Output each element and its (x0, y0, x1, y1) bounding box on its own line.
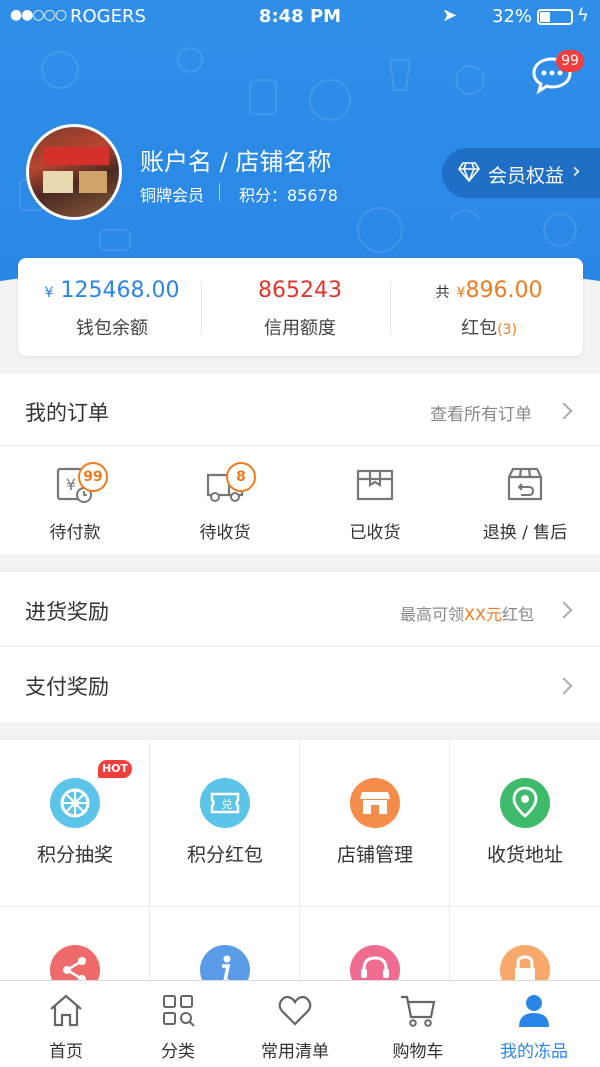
chevron-right-icon (555, 601, 573, 619)
red-packet-prefix: 共 (435, 285, 450, 301)
tab-label: 常用清单 (261, 1042, 329, 1062)
chevron-right-icon: › (572, 159, 581, 184)
customer-service-icon (350, 945, 400, 980)
category-icon (163, 995, 195, 1027)
wallet-balance-label: 钱包余额 (76, 318, 148, 339)
svg-text:兑: 兑 (222, 797, 233, 811)
divider (201, 282, 202, 334)
lock-icon (500, 945, 550, 980)
red-packet[interactable]: 共 ¥896.00 红包(3) (395, 258, 583, 356)
grid-info[interactable] (150, 907, 300, 980)
account-name[interactable]: 账户名 / 店铺名称 (140, 142, 331, 177)
purchase-reward-row[interactable]: 进货奖励 最高可领XX元红包 (0, 572, 600, 646)
tab-label: 购物车 (392, 1042, 444, 1062)
grid-label: 收货地址 (486, 844, 563, 866)
order-received[interactable]: 已收货 (300, 455, 450, 550)
status-bar: ●●○○○ ROGERS 8:48 PM ➤ 32% ϟ (0, 0, 600, 34)
cart-icon (401, 995, 436, 1027)
wallet-balance[interactable]: ¥ 125468.00 钱包余额 (18, 258, 206, 356)
message-count-badge: 99 (556, 50, 584, 72)
purchase-reward-hint: 最高可领XX元红包 (400, 601, 534, 625)
diamond-icon (458, 162, 480, 182)
info-icon (200, 945, 250, 980)
svg-text:¥: ¥ (66, 475, 76, 494)
battery-icon (537, 9, 573, 25)
user-icon (519, 995, 549, 1027)
grid-store-management[interactable]: 店铺管理 (300, 740, 450, 906)
tab-label: 首页 (49, 1042, 83, 1062)
grid-shipping-address[interactable]: 收货地址 (450, 740, 600, 906)
grid-label: 积分抽奖 (36, 844, 113, 866)
orders-title: 我的订单 (25, 401, 109, 425)
feature-grid: 积分抽奖 兑 积分红包 店铺管理 收货地址 (0, 740, 600, 980)
tab-my-frozen[interactable]: 我的冻品 (474, 981, 594, 1067)
wallet-card: ¥ 125468.00 钱包余额 865243 信用额度 共 ¥896.00 红… (18, 258, 583, 356)
hint-prefix: 最高可领 (400, 605, 465, 624)
red-packet-label: 红包 (461, 318, 498, 339)
divider (299, 740, 300, 980)
member-benefits-button[interactable]: 会员权益 › (442, 148, 600, 198)
divider (0, 906, 600, 907)
order-label: 已收货 (349, 523, 401, 543)
order-pending-delivery[interactable]: 待收货 (150, 455, 300, 550)
payment-reward-title: 支付奖励 (25, 675, 109, 699)
hint-highlight: XX元 (464, 605, 502, 624)
member-benefits-label: 会员权益 (488, 165, 565, 187)
payment-reward-row[interactable]: 支付奖励 (0, 647, 600, 722)
grid-label: 积分红包 (186, 844, 263, 866)
charging-icon: ϟ (577, 5, 589, 26)
tab-label: 我的冻品 (500, 1042, 568, 1062)
credit-limit-value: 865243 (258, 278, 342, 303)
coupon-icon: 兑 (200, 778, 250, 828)
order-label: 待付款 (49, 523, 101, 543)
grid-share[interactable] (0, 907, 150, 980)
avatar[interactable] (26, 124, 122, 220)
lottery-wheel-icon (50, 778, 100, 828)
purchase-reward-title: 进货奖励 (25, 600, 109, 624)
divider (390, 282, 391, 334)
order-pending-payment[interactable]: ¥ 待付款 (0, 455, 150, 550)
share-icon (50, 945, 100, 980)
order-label: 待收货 (199, 523, 251, 543)
hot-badge: HOT (98, 760, 132, 778)
chevron-right-icon (555, 677, 573, 695)
wallet-balance-value: 125468.00 (60, 278, 180, 303)
member-divider (219, 183, 220, 201)
points-value: 积分：85678 (239, 186, 338, 205)
view-all-orders-link[interactable]: 查看所有订单 (430, 400, 532, 425)
order-label: 退换 / 售后 (482, 523, 568, 543)
pending-delivery-badge: 8 (226, 462, 256, 492)
tab-bar: 首页 分类 常用清单 购物车 我的冻品 (0, 980, 600, 1067)
member-level: 铜牌会员 (140, 186, 205, 205)
divider (0, 445, 600, 446)
credit-limit[interactable]: 865243 信用额度 (206, 258, 394, 356)
order-after-sales[interactable]: 退换 / 售后 (450, 455, 600, 550)
divider (149, 740, 150, 980)
store-icon (350, 778, 400, 828)
currency-symbol: ¥ (44, 285, 54, 301)
home-icon (50, 994, 82, 1027)
grid-customer-service[interactable] (300, 907, 450, 980)
credit-limit-label: 信用额度 (264, 318, 336, 339)
tab-label: 分类 (161, 1042, 195, 1062)
red-packet-count: (3) (497, 322, 517, 338)
tab-category[interactable]: 分类 (118, 981, 238, 1067)
grid-security[interactable] (450, 907, 600, 980)
received-box-icon (356, 469, 394, 501)
red-packet-value: 896.00 (465, 278, 543, 303)
heart-icon (278, 995, 312, 1026)
grid-label: 店铺管理 (336, 844, 413, 866)
hint-suffix: 红包 (501, 605, 534, 624)
tab-favorites-list[interactable]: 常用清单 (235, 981, 355, 1067)
battery-percent: 32% (492, 6, 533, 27)
pending-payment-badge: 99 (78, 462, 108, 492)
tab-home[interactable]: 首页 (6, 981, 126, 1067)
location-pin-icon (500, 778, 550, 828)
grid-points-coupon[interactable]: 兑 积分红包 (150, 740, 300, 906)
tab-cart[interactable]: 购物车 (358, 981, 478, 1067)
location-arrow-icon: ➤ (442, 5, 458, 26)
divider (449, 740, 450, 980)
return-box-icon (507, 467, 543, 501)
